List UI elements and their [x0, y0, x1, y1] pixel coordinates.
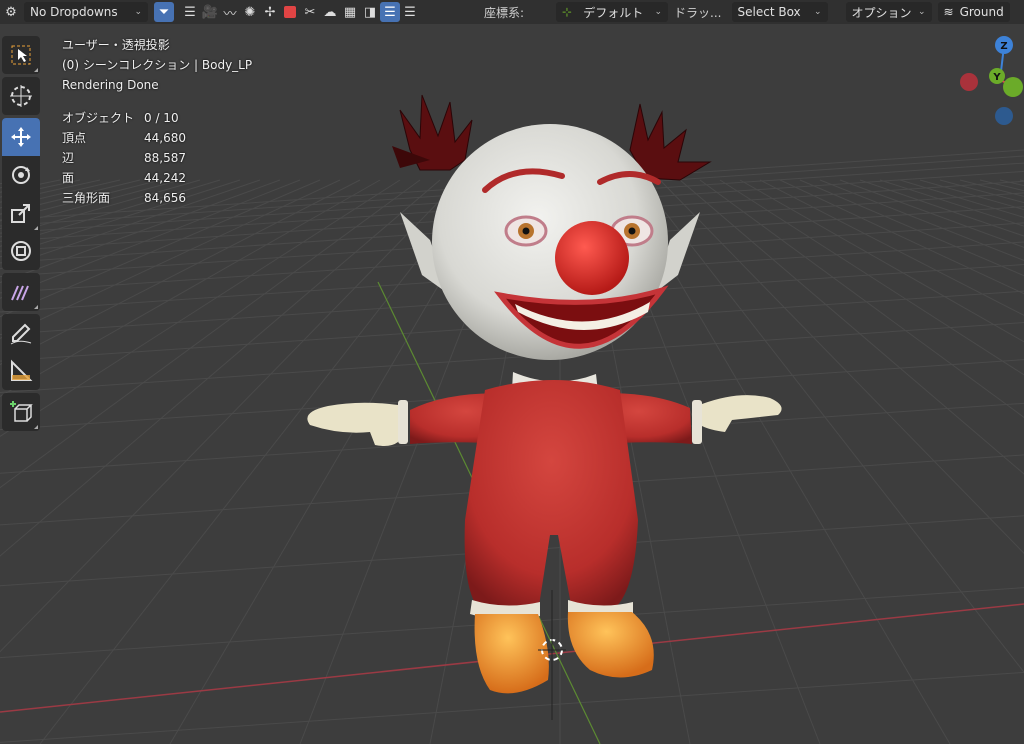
- coord-value: デフォルト: [583, 5, 644, 20]
- left-hand: [307, 402, 398, 446]
- neg-x-axis-ball[interactable]: [960, 73, 978, 91]
- grid-line: [859, 179, 1024, 237]
- nose: [555, 221, 629, 295]
- red-square-icon[interactable]: [280, 2, 300, 22]
- stripes-icon[interactable]: ▦: [340, 2, 360, 22]
- pencil-icon: [10, 323, 32, 345]
- rotate-icon: [12, 166, 30, 184]
- chevron-down-icon: ⌄: [654, 7, 663, 17]
- add-cube-icon: [10, 401, 33, 422]
- coord-label: 座標系:: [484, 5, 525, 20]
- cursor-tool[interactable]: [2, 77, 40, 115]
- stat-value: 84,656: [144, 191, 186, 205]
- mode-dropdown[interactable]: No Dropdowns ⌄: [24, 2, 148, 22]
- add-cube-tool[interactable]: [2, 393, 40, 431]
- list-icon-2[interactable]: ☰: [400, 2, 420, 22]
- neg-z-axis-ball[interactable]: [995, 107, 1013, 125]
- grid-line: [879, 179, 1024, 227]
- viewport-info: ユーザー・透視投影 (0) シーンコレクション | Body_LP Render…: [62, 35, 252, 95]
- gear-icon[interactable]: ⚙: [0, 2, 22, 22]
- select-icon: [11, 45, 31, 65]
- annotate-icon: [11, 285, 29, 301]
- snap-icon: ≋: [943, 5, 954, 19]
- options-label: オプション: [851, 5, 912, 20]
- brain-icon[interactable]: ☁: [320, 2, 340, 22]
- particles-icon[interactable]: ✺: [240, 2, 260, 22]
- stat-row: 三角形面 84,656: [62, 188, 186, 208]
- coord-dropdown[interactable]: ⊹ デフォルト ⌄: [556, 2, 669, 22]
- funnel-icon[interactable]: ⏷: [154, 2, 174, 22]
- grid-line: [0, 179, 301, 299]
- wrench-icon[interactable]: ✂: [300, 2, 320, 22]
- clown-model[interactable]: [300, 90, 800, 710]
- right-hand: [702, 395, 782, 432]
- select-box-label: Select Box: [737, 5, 801, 19]
- measure-tool[interactable]: [2, 352, 40, 390]
- stat-value: 44,242: [144, 171, 186, 185]
- stat-row: オブジェクト 0 / 10: [62, 108, 186, 128]
- drag-label: ドラッ...: [674, 5, 722, 20]
- body: [464, 380, 638, 612]
- list-lines-icon[interactable]: ☰: [380, 2, 400, 22]
- viewport-header: ⚙ No Dropdowns ⌄ ⏷ ☰ 🎥 〰 ✺ ✢ ✂ ☁ ▦ ◨ ☰ ☰…: [0, 0, 1024, 24]
- mode-dropdown-label: No Dropdowns: [30, 5, 118, 19]
- move-tool[interactable]: [2, 118, 40, 156]
- annotate-tool[interactable]: [2, 273, 40, 311]
- select-box-dropdown[interactable]: Select Box ⌄: [731, 2, 828, 22]
- tool-shelf: [0, 36, 44, 434]
- stat-value: 44,680: [144, 131, 186, 145]
- list-icon[interactable]: ☰: [180, 2, 200, 22]
- grid-line: [799, 179, 1024, 277]
- ruler-icon: [11, 359, 33, 381]
- scene-statistics: オブジェクト 0 / 10 頂点 44,680 辺 88,587 面 44,242 三角…: [62, 108, 186, 208]
- ground-dropdown[interactable]: ≋ Ground: [937, 2, 1010, 22]
- stat-label: 三角形面: [62, 191, 111, 205]
- stat-label: 頂点: [62, 131, 87, 145]
- view-name: ユーザー・透視投影: [62, 38, 170, 52]
- transform-icon: [11, 241, 31, 261]
- options-dropdown[interactable]: オプション ⌄: [845, 2, 932, 22]
- z-axis-label: Z: [1000, 41, 1007, 52]
- right-shoe: [567, 612, 654, 678]
- navigation-gizmo[interactable]: Z Y: [955, 34, 1024, 130]
- camera-icon[interactable]: 🎥: [200, 2, 220, 22]
- y-axis-label: Y: [992, 72, 1001, 83]
- grid-line: [839, 179, 1024, 248]
- cursor-icon: [10, 85, 32, 107]
- ground-label: Ground: [959, 5, 1004, 19]
- grid-line: [939, 179, 1024, 204]
- left-shoe: [474, 614, 549, 694]
- draw-tool[interactable]: [2, 314, 40, 352]
- move-icon: [11, 127, 31, 147]
- render-status: Rendering Done: [62, 78, 159, 92]
- rotate-tool[interactable]: [2, 156, 40, 194]
- armature-icon[interactable]: ✢: [260, 2, 280, 22]
- chevron-down-icon: ⌄: [917, 7, 926, 17]
- transform-tool[interactable]: [2, 232, 40, 270]
- select-box-tool[interactable]: [2, 36, 40, 74]
- stat-value: 88,587: [144, 151, 186, 165]
- chevron-down-icon: ⌄: [134, 7, 142, 17]
- stat-row: 辺 88,587: [62, 148, 186, 168]
- stat-row: 面 44,242: [62, 168, 186, 188]
- curves-icon[interactable]: 〰: [220, 2, 240, 22]
- stat-value: 0 / 10: [144, 111, 179, 125]
- collection-name: (0) シーンコレクション | Body_LP: [62, 58, 253, 72]
- stat-label: 面: [62, 171, 75, 185]
- chevron-down-icon: ⌄: [813, 7, 822, 17]
- y-axis-ball[interactable]: [1003, 77, 1023, 97]
- stat-label: 辺: [62, 151, 75, 165]
- stat-label: オブジェクト: [62, 111, 135, 125]
- stat-row: 頂点 44,680: [62, 128, 186, 148]
- overlay-icon[interactable]: ◨: [360, 2, 380, 22]
- scale-icon: [11, 204, 30, 223]
- scale-tool[interactable]: [2, 194, 40, 232]
- grid-line: [779, 179, 1024, 295]
- pivot-icon: ⊹: [562, 5, 573, 19]
